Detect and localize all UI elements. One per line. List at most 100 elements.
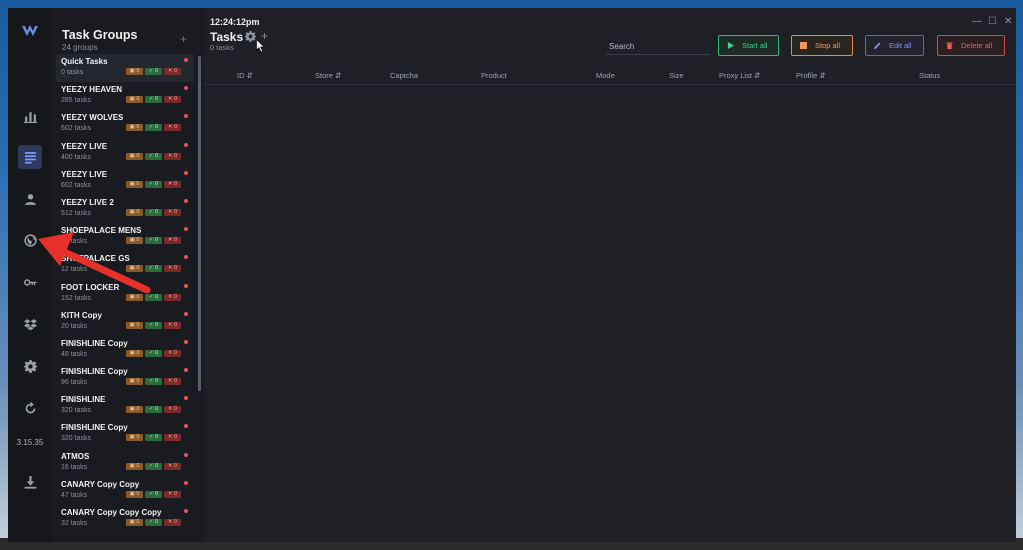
- badge-success: ✓ 0: [145, 152, 162, 160]
- task-group-name: CANARY Copy Copy: [61, 479, 140, 489]
- task-group-badges: ▣ 0 ✓ 0 ✕ 0: [126, 490, 181, 498]
- task-group-item[interactable]: YEEZY WOLVES 602 tasks ▣ 0 ✓ 0 ✕ 0: [56, 110, 194, 138]
- nav-settings[interactable]: [18, 354, 42, 378]
- task-group-item[interactable]: FINISHLINE Copy 48 tasks ▣ 0 ✓ 0 ✕ 0: [56, 336, 194, 364]
- task-group-badges: ▣ 0 ✓ 0 ✕ 0: [126, 180, 181, 188]
- nav-proxies[interactable]: [18, 228, 42, 252]
- maximize-button[interactable]: ☐: [988, 16, 997, 27]
- app-version: 3.15.35: [16, 438, 44, 447]
- add-group-button[interactable]: +: [180, 32, 187, 46]
- column-header[interactable]: Proxy List ⇵: [719, 71, 760, 80]
- delete-all-button[interactable]: Delete all: [937, 35, 1005, 56]
- nav-accounts[interactable]: [18, 270, 42, 294]
- badge-success: ✓ 0: [145, 208, 162, 216]
- badge-success: ✓ 0: [145, 406, 162, 414]
- nav-harvester[interactable]: [18, 312, 42, 336]
- badge-carted: ▣ 0: [126, 208, 143, 216]
- column-header[interactable]: Profile ⇵: [796, 71, 826, 80]
- task-group-name: YEEZY WOLVES: [61, 113, 124, 123]
- task-group-name: ATMOS: [61, 451, 90, 461]
- nav-tasks[interactable]: [18, 145, 42, 169]
- badge-carted: ▣ 0: [126, 321, 143, 329]
- task-group-item[interactable]: FINISHLINE Copy 96 tasks ▣ 0 ✓ 0 ✕ 0: [56, 364, 194, 392]
- task-groups-panel: Task Groups 24 groups + Quick Tasks 0 tas…: [52, 8, 204, 542]
- task-group-badges: ▣ 0 ✓ 0 ✕ 0: [126, 378, 181, 386]
- close-button[interactable]: ✕: [1004, 16, 1012, 27]
- badge-success: ✓ 0: [145, 68, 162, 75]
- group-list-scrollbar[interactable]: [198, 56, 201, 391]
- nav-profiles[interactable]: [18, 187, 42, 211]
- task-group-item[interactable]: YEEZY HEAVEN 285 tasks ▣ 0 ✓ 0 ✕ 0: [56, 82, 194, 110]
- badge-success: ✓ 0: [145, 519, 162, 526]
- nav-download[interactable]: [18, 470, 42, 494]
- task-group-item[interactable]: YEEZY LIVE 2 512 tasks ▣ 0 ✓ 0 ✕ 0: [56, 195, 194, 223]
- group-status-dot: [184, 452, 188, 457]
- badge-failed: ✕ 0: [164, 152, 181, 160]
- group-status-dot: [184, 58, 188, 62]
- badge-carted: ▣ 0: [126, 265, 143, 273]
- task-group-name: SHOEPALACE MENS: [61, 226, 142, 236]
- edit-all-label: Edit all: [889, 41, 912, 50]
- delete-all-label: Delete all: [961, 41, 993, 50]
- column-header[interactable]: Size: [669, 71, 684, 80]
- task-group-badges: ▣ 0 ✓ 0 ✕ 0: [126, 152, 181, 160]
- task-group-badges: ▣ 0 ✓ 0 ✕ 0: [126, 237, 181, 245]
- task-group-item[interactable]: SHOEPALACE MENS 12 tasks ▣ 0 ✓ 0 ✕ 0: [56, 223, 194, 251]
- badge-failed: ✕ 0: [164, 406, 181, 414]
- start-all-label: Start all: [742, 41, 768, 50]
- task-group-item[interactable]: KITH Copy 20 tasks ▣ 0 ✓ 0 ✕ 0: [56, 308, 194, 336]
- task-group-item[interactable]: YEEZY LIVE 602 tasks ▣ 0 ✓ 0 ✕ 0: [56, 167, 194, 195]
- task-group-name: FOOT LOCKER: [61, 282, 120, 292]
- badge-success: ✓ 0: [145, 293, 162, 301]
- trash-icon: [946, 42, 953, 49]
- download-icon: [24, 475, 36, 489]
- task-group-item[interactable]: FOOT LOCKER 152 tasks ▣ 0 ✓ 0 ✕ 0: [56, 280, 194, 308]
- nav-refresh[interactable]: [18, 396, 42, 420]
- group-status-dot: [184, 198, 188, 203]
- task-group-item[interactable]: FINISHLINE Copy 320 tasks ▣ 0 ✓ 0 ✕ 0: [56, 420, 194, 448]
- badge-carted: ▣ 0: [126, 519, 143, 526]
- task-group-item[interactable]: Quick Tasks 0 tasks ▣ 0 ✓ 0 ✕ 0: [56, 54, 194, 83]
- badge-failed: ✕ 0: [164, 237, 181, 245]
- badge-success: ✓ 0: [145, 462, 162, 470]
- group-status-dot: [184, 480, 188, 485]
- task-group-item[interactable]: CANARY Copy Copy 47 tasks ▣ 0 ✓ 0 ✕ 0: [56, 477, 194, 505]
- globe-icon: [23, 233, 37, 247]
- search-input[interactable]: [606, 38, 710, 55]
- column-header[interactable]: Captcha: [390, 71, 418, 80]
- badge-carted: ▣ 0: [126, 406, 143, 414]
- column-header[interactable]: Store ⇵: [315, 71, 341, 80]
- nav-rail: 3.15.35: [8, 8, 52, 542]
- task-group-name: SHOEPALACE GS: [61, 254, 130, 264]
- nav-analytics[interactable]: [18, 104, 42, 128]
- group-status-dot: [184, 170, 188, 175]
- key-icon: [23, 278, 36, 286]
- task-group-badges: ▣ 0 ✓ 0 ✕ 0: [126, 434, 181, 442]
- task-group-item[interactable]: ATMOS 16 tasks ▣ 0 ✓ 0 ✕ 0: [56, 449, 194, 477]
- badge-carted: ▣ 0: [126, 490, 143, 498]
- stop-all-button[interactable]: Stop all: [791, 35, 853, 56]
- column-header[interactable]: Product: [481, 71, 507, 80]
- badge-carted: ▣ 0: [126, 96, 143, 104]
- column-header[interactable]: ID ⇵: [237, 71, 253, 80]
- badge-success: ✓ 0: [145, 434, 162, 442]
- play-icon: [727, 42, 734, 49]
- badge-failed: ✕ 0: [164, 378, 181, 386]
- gear-icon: [245, 31, 256, 42]
- stop-icon: [800, 42, 807, 49]
- start-all-button[interactable]: Start all: [718, 35, 779, 56]
- badge-failed: ✕ 0: [164, 321, 181, 329]
- edit-all-button[interactable]: Edit all: [865, 35, 924, 56]
- badge-failed: ✕ 0: [164, 124, 181, 132]
- badge-carted: ▣ 0: [126, 378, 143, 386]
- group-status-dot: [184, 142, 188, 147]
- task-group-item[interactable]: FINISHLINE 320 tasks ▣ 0 ✓ 0 ✕ 0: [56, 392, 194, 420]
- task-group-badges: ▣ 0 ✓ 0 ✕ 0: [126, 293, 181, 301]
- column-header[interactable]: Status: [919, 71, 940, 80]
- minimize-button[interactable]: —: [972, 16, 982, 27]
- task-group-item[interactable]: SHOEPALACE GS 12 tasks ▣ 0 ✓ 0 ✕ 0: [56, 251, 194, 279]
- task-group-item[interactable]: CANARY Copy Copy Copy 32 tasks ▣ 0 ✓ 0 ✕ 0: [56, 505, 194, 533]
- task-group-item[interactable]: YEEZY LIVE 400 tasks ▣ 0 ✓ 0 ✕ 0: [56, 139, 194, 167]
- task-groups-title: Task Groups: [62, 28, 138, 42]
- column-header[interactable]: Mode: [596, 71, 615, 80]
